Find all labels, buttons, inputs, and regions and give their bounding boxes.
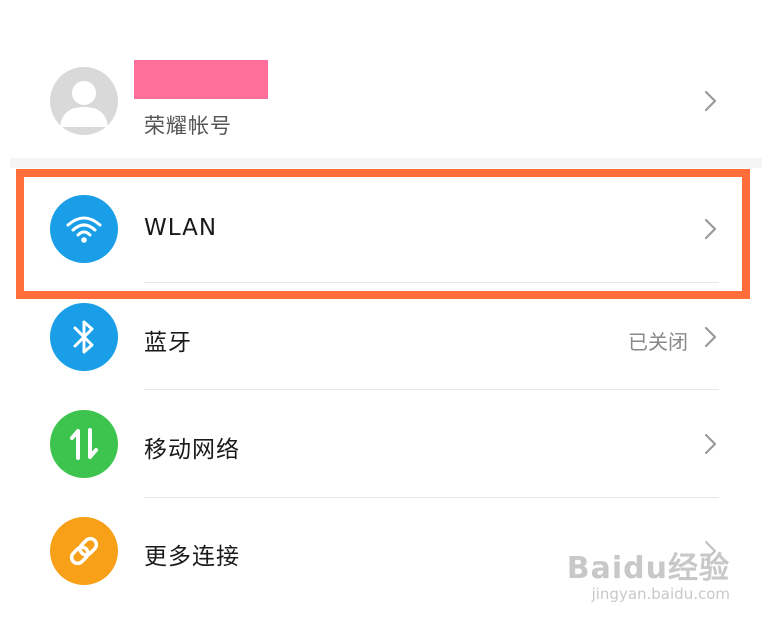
watermark-sub: jingyan.baidu.com	[591, 585, 730, 603]
row-label-more-connections: 更多连接	[144, 544, 240, 570]
chevron-right-icon	[704, 90, 717, 112]
account-name-redacted	[134, 60, 268, 99]
account-label: 荣耀帐号	[144, 114, 232, 138]
highlight-box	[16, 169, 750, 299]
mobile-data-icon	[50, 410, 118, 478]
row-divider	[144, 389, 719, 390]
section-divider	[10, 158, 762, 168]
link-icon	[50, 517, 118, 585]
baidu-watermark: Baidu经验 jingyan.baidu.com	[567, 543, 730, 603]
row-label-bluetooth: 蓝牙	[144, 330, 192, 356]
row-divider	[144, 497, 719, 498]
bluetooth-icon	[50, 303, 118, 371]
account-avatar[interactable]	[50, 67, 118, 135]
settings-row-mobile-network[interactable]	[10, 396, 762, 496]
bluetooth-status: 已关闭	[628, 330, 688, 354]
watermark-main: Baidu经验	[566, 551, 730, 586]
chevron-right-icon	[704, 326, 717, 348]
user-avatar-icon	[60, 81, 108, 127]
row-label-mobile-network: 移动网络	[144, 437, 240, 463]
chevron-right-icon	[704, 433, 717, 455]
